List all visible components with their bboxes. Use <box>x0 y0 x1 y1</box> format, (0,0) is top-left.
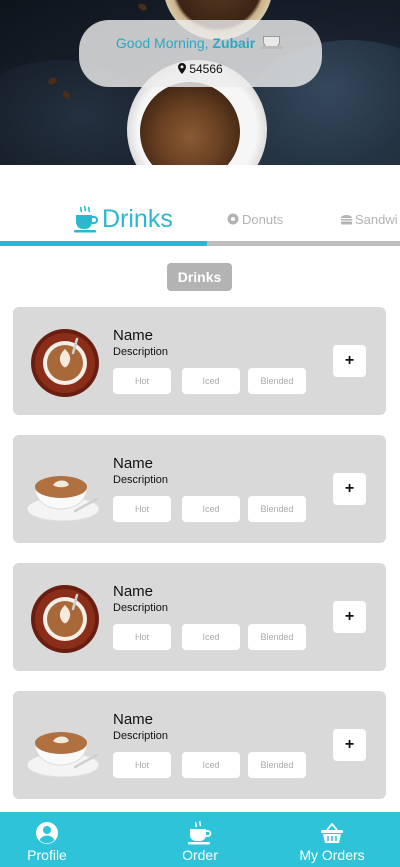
tab-label: Drinks <box>102 204 173 233</box>
sandwich-icon <box>341 214 352 224</box>
latte-image <box>31 585 99 653</box>
section-title: Drinks <box>167 263 232 291</box>
product-description: Description <box>113 346 169 358</box>
option-hot-button[interactable]: Hot <box>113 624 171 650</box>
coffee-cup-icon <box>261 34 285 50</box>
product-name: Name <box>113 455 154 472</box>
hero-banner: Good Morning, Zubair 54566 <box>0 0 400 165</box>
product-description: Description <box>113 602 169 614</box>
user-circle-icon <box>36 822 58 844</box>
add-to-cart-button[interactable]: + <box>333 729 366 761</box>
basket-icon <box>321 822 343 843</box>
tab-label: Sandwi <box>355 211 398 227</box>
greeting-text: Good Morning, Zubair <box>79 34 322 51</box>
coffee-cup-icon <box>188 821 212 845</box>
option-iced-button[interactable]: Iced <box>182 624 240 650</box>
add-to-cart-button[interactable]: + <box>333 601 366 633</box>
option-blended-button[interactable]: Blended <box>248 624 306 650</box>
option-iced-button[interactable]: Iced <box>182 752 240 778</box>
latte-image <box>26 732 100 778</box>
product-description: Description <box>113 474 169 486</box>
tab-sandwiches[interactable]: Sandwi <box>341 196 398 242</box>
option-hot-button[interactable]: Hot <box>113 752 171 778</box>
option-iced-button[interactable]: Iced <box>182 368 240 394</box>
location-pin-icon <box>178 63 187 74</box>
user-name: Zubair <box>212 35 256 51</box>
add-to-cart-button[interactable]: + <box>333 345 366 377</box>
product-name: Name <box>113 583 154 600</box>
tab-donuts[interactable]: Donuts <box>227 196 283 242</box>
add-to-cart-button[interactable]: + <box>333 473 366 505</box>
option-iced-button[interactable]: Iced <box>182 496 240 522</box>
nav-label: Profile <box>27 847 67 863</box>
nav-profile[interactable]: Profile <box>23 812 71 867</box>
product-card: Name Description Hot Iced Blended + <box>13 307 386 415</box>
location-line: 54566 <box>79 62 322 76</box>
zip-code: 54566 <box>189 62 223 76</box>
option-blended-button[interactable]: Blended <box>248 496 306 522</box>
tab-label: Donuts <box>242 211 284 227</box>
donut-icon <box>227 213 239 225</box>
product-card: Name Description Hot Iced Blended + <box>13 563 386 671</box>
coffee-cup-icon <box>74 205 98 233</box>
bottom-navigation: Profile Order My Orders <box>0 812 400 867</box>
tab-drinks[interactable]: Drinks <box>74 196 173 242</box>
option-hot-button[interactable]: Hot <box>113 496 171 522</box>
product-name: Name <box>113 711 154 728</box>
greeting-card: Good Morning, Zubair 54566 <box>79 20 322 87</box>
nav-label: Order <box>182 847 218 863</box>
latte-image <box>26 476 100 522</box>
product-description: Description <box>113 730 169 742</box>
nav-label: My Orders <box>299 847 365 863</box>
app-screen: Good Morning, Zubair 54566 Drinks Donuts… <box>0 0 400 867</box>
active-tab-indicator <box>0 241 207 246</box>
product-name: Name <box>113 327 154 344</box>
product-card: Name Description Hot Iced Blended + <box>13 435 386 543</box>
category-tabs: Drinks Donuts Sandwi <box>0 196 400 246</box>
option-blended-button[interactable]: Blended <box>248 752 306 778</box>
option-blended-button[interactable]: Blended <box>248 368 306 394</box>
nav-my-orders[interactable]: My Orders <box>294 812 370 867</box>
option-hot-button[interactable]: Hot <box>113 368 171 394</box>
product-card: Name Description Hot Iced Blended + <box>13 691 386 799</box>
nav-order[interactable]: Order <box>176 812 224 867</box>
latte-image <box>31 329 99 397</box>
